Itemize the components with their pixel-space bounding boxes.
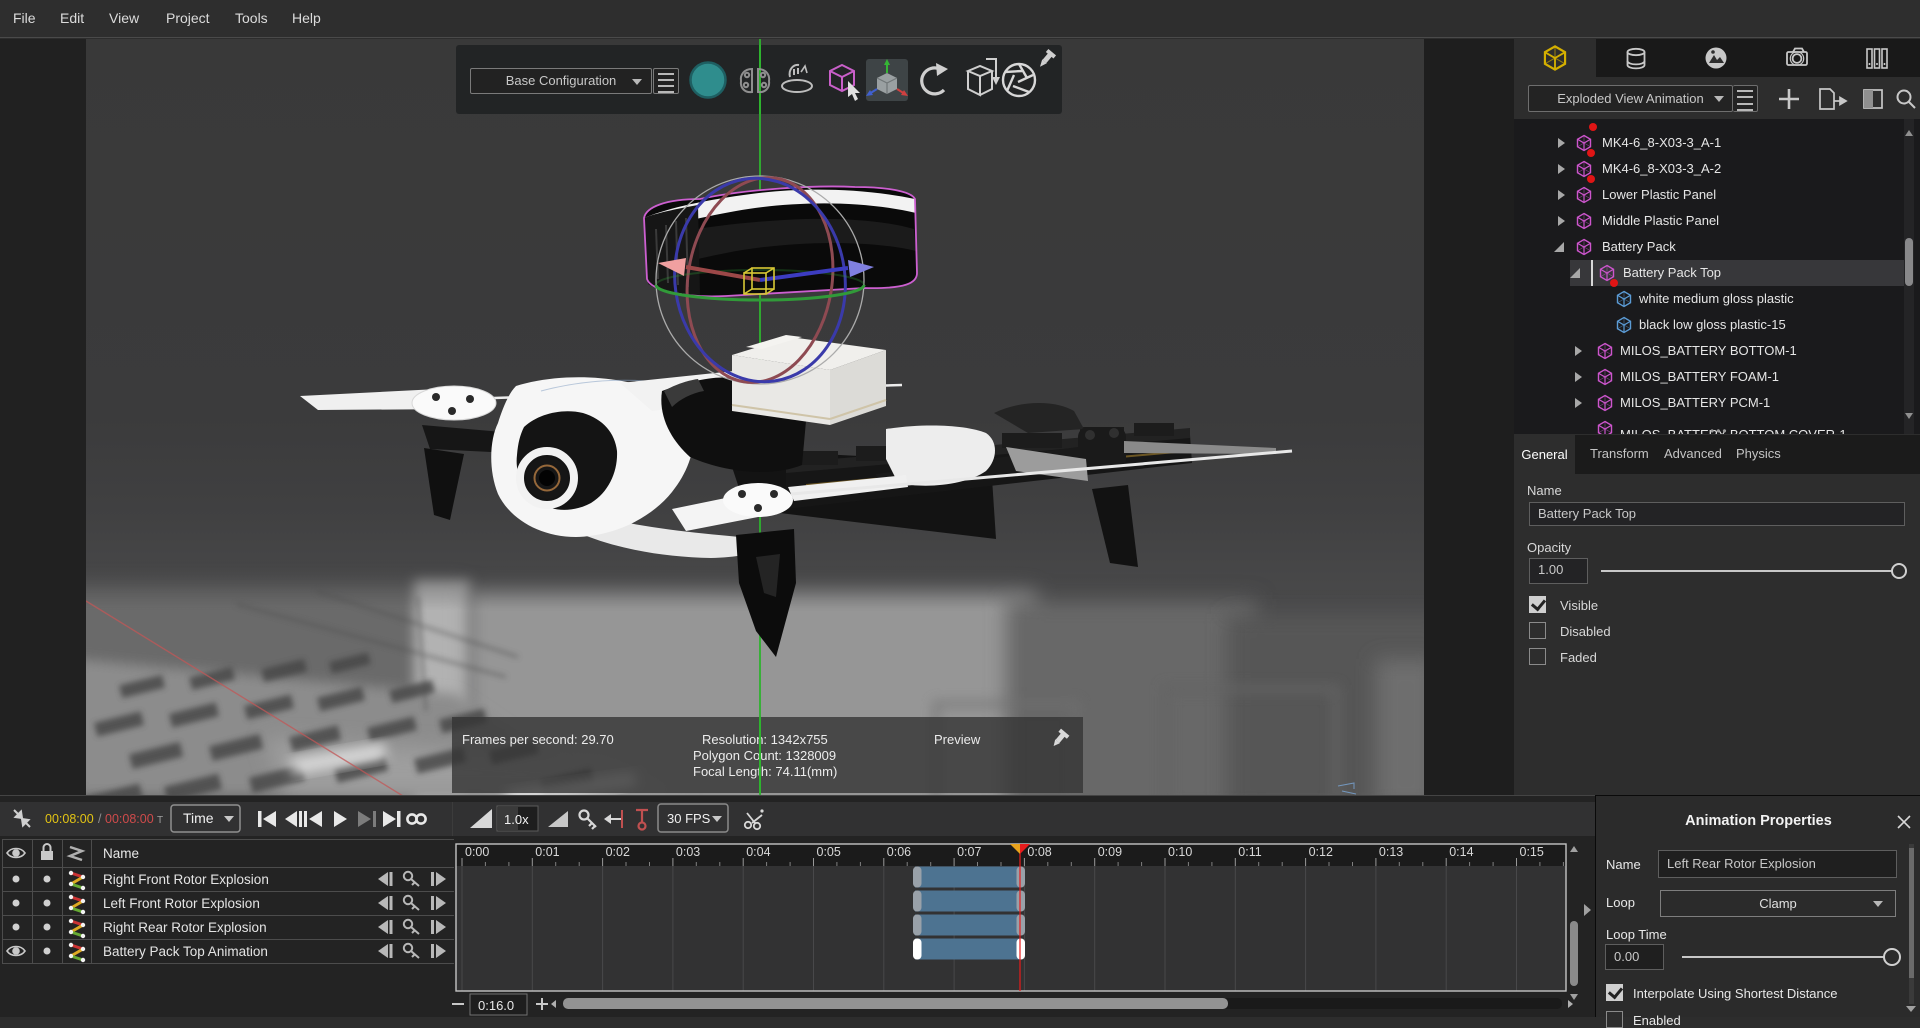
svg-text:0:15: 0:15 <box>1520 845 1544 859</box>
svg-text:0:07: 0:07 <box>957 845 981 859</box>
svg-text:0:01: 0:01 <box>535 845 559 859</box>
svg-text:30 FPS: 30 FPS <box>667 811 711 826</box>
svg-text:1.0x: 1.0x <box>504 812 529 827</box>
svg-text:0:11: 0:11 <box>1238 845 1261 859</box>
svg-text:0:14: 0:14 <box>1449 845 1473 859</box>
svg-text:0:06: 0:06 <box>887 845 911 859</box>
svg-text:Left Front Rotor Explosion: Left Front Rotor Explosion <box>103 896 260 911</box>
svg-text:Battery Pack Top Animation: Battery Pack Top Animation <box>103 944 268 959</box>
svg-text:0:05: 0:05 <box>817 845 841 859</box>
svg-text:/: / <box>98 812 102 826</box>
svg-text:0:12: 0:12 <box>1309 845 1333 859</box>
svg-text:0:02: 0:02 <box>606 845 630 859</box>
svg-text:0:00: 0:00 <box>465 845 489 859</box>
svg-text:Time: Time <box>183 810 214 826</box>
svg-text:00:08:00: 00:08:00 <box>105 812 154 826</box>
svg-text:0:09: 0:09 <box>1098 845 1122 859</box>
svg-text:T: T <box>157 815 163 826</box>
svg-text:0:08: 0:08 <box>1027 845 1051 859</box>
svg-text:00:08:00: 00:08:00 <box>45 812 94 826</box>
svg-text:0:04: 0:04 <box>746 845 770 859</box>
svg-text:0:10: 0:10 <box>1168 845 1192 859</box>
svg-text:0:03: 0:03 <box>676 845 700 859</box>
svg-text:Right Front Rotor Explosion: Right Front Rotor Explosion <box>103 872 269 887</box>
svg-text:0:13: 0:13 <box>1379 845 1403 859</box>
svg-text:Name: Name <box>103 846 139 861</box>
svg-text:0:16.0: 0:16.0 <box>478 998 514 1013</box>
svg-text:Right Rear Rotor Explosion: Right Rear Rotor Explosion <box>103 920 267 935</box>
